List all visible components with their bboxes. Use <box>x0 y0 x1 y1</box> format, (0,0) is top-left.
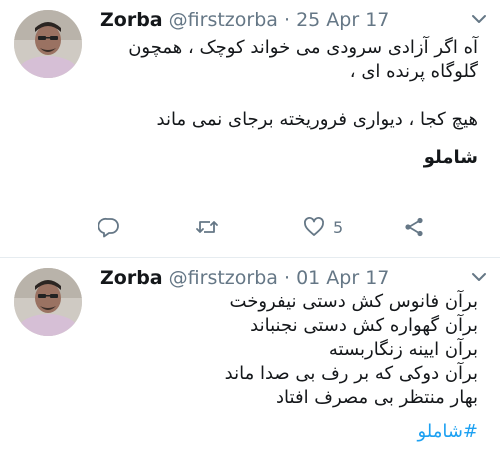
tweet-header: Zorba @firstzorba · 25 Apr 17 <box>100 8 389 32</box>
like-button[interactable]: 5 <box>303 216 343 238</box>
tweet-line: گلوگاه پرنده ای ، <box>349 61 478 82</box>
tweet-date[interactable]: 01 Apr 17 <box>296 267 389 289</box>
display-name[interactable]: Zorba <box>100 267 163 289</box>
reply-icon <box>98 217 119 238</box>
avatar-photo <box>14 268 82 336</box>
hashtag[interactable]: شاملو <box>100 146 478 170</box>
avatar-photo <box>14 10 82 78</box>
share-button[interactable] <box>403 216 425 238</box>
like-count: 5 <box>333 217 344 237</box>
tweet-line: برآن دوکی که بر رف بی صدا ماند <box>224 363 478 384</box>
tweet-line: آه اگر آزادی سرودی می خواند کوچک ، همچون <box>128 37 478 58</box>
hashtag-link[interactable]: #شاملو <box>417 421 478 442</box>
tweet-actions: 5 <box>0 212 500 242</box>
separator-dot: · <box>283 9 291 31</box>
caret-down-icon[interactable] <box>470 268 488 286</box>
caret-down-icon[interactable] <box>470 10 488 28</box>
tweet-line: برآن ایینه زنگاربسته <box>328 339 478 360</box>
retweet-icon <box>196 221 218 233</box>
tweet-line: برآن گهواره کش دستی نجنباند <box>250 315 478 336</box>
tweet-1[interactable]: Zorba @firstzorba · 25 Apr 17 آه اگر آزا… <box>0 0 500 257</box>
tweet-text: برآن فانوس کش دستی نیفروخت برآن گهواره ک… <box>100 290 478 444</box>
separator-dot: · <box>283 267 291 289</box>
username[interactable]: @firstzorba <box>169 267 278 289</box>
retweet-button[interactable] <box>195 216 219 238</box>
username[interactable]: @firstzorba <box>169 9 278 31</box>
avatar[interactable] <box>14 268 82 336</box>
tweet-line: بهار منتظر بی مصرف افتاد <box>276 387 478 408</box>
tweet-2[interactable]: Zorba @firstzorba · 01 Apr 17 برآن فانوس… <box>0 258 500 471</box>
tweet-date[interactable]: 25 Apr 17 <box>296 9 389 31</box>
tweet-line: هیچ کجا ، دیواری فروریخته برجای نمی ماند <box>156 109 478 130</box>
reply-button[interactable] <box>98 216 120 238</box>
avatar[interactable] <box>14 10 82 78</box>
hashtag-row: #شاملو <box>100 420 478 444</box>
tweet-text: آه اگر آزادی سرودی می خواند کوچک ، همچون… <box>100 36 478 170</box>
tweet-header: Zorba @firstzorba · 01 Apr 17 <box>100 266 389 290</box>
display-name[interactable]: Zorba <box>100 9 163 31</box>
tweet-line: برآن فانوس کش دستی نیفروخت <box>229 291 478 312</box>
like-icon <box>304 217 324 236</box>
share-icon <box>405 217 423 237</box>
